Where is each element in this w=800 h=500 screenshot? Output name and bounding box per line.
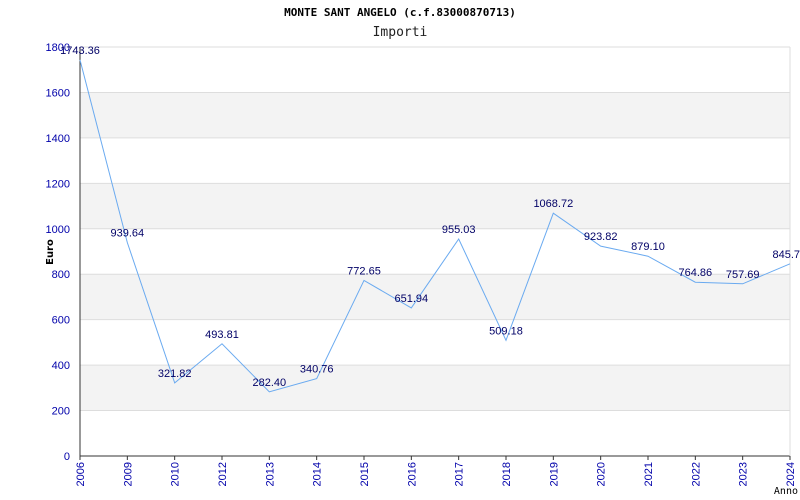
x-axis-label: Anno [774, 486, 798, 497]
grid-band [80, 92, 790, 138]
x-tick-label: 2006 [75, 462, 87, 486]
data-label: 757.69 [726, 269, 760, 281]
x-tick-label: 2018 [501, 462, 513, 486]
y-tick-label: 1400 [46, 133, 70, 145]
x-tick-label: 2013 [264, 462, 276, 486]
x-tick-label: 2010 [170, 462, 182, 486]
data-label: 340.76 [300, 364, 334, 376]
data-label: 493.81 [205, 329, 239, 341]
x-tick-labels: 2006 2009 2010 2012 2013 2014 2015 2016 2017 2018… [75, 456, 797, 486]
data-label: 509.18 [489, 325, 523, 337]
x-tick-label: 2022 [690, 462, 702, 486]
grid-band [80, 183, 790, 229]
y-tick-label: 400 [52, 360, 70, 372]
x-tick-label: 2019 [548, 462, 560, 486]
x-tick-label: 2020 [596, 462, 608, 486]
y-tick-label: 200 [52, 406, 70, 418]
y-tick-label: 1200 [46, 178, 70, 190]
data-label: 1743.36 [60, 45, 100, 57]
data-label: 764.86 [679, 267, 713, 279]
data-label: 1068.72 [533, 198, 573, 210]
data-label: 955.03 [442, 224, 476, 236]
x-tick-label: 2012 [217, 462, 229, 486]
data-label: 651.94 [395, 293, 429, 305]
grid-band [80, 274, 790, 320]
x-tick-label: 2016 [406, 462, 418, 486]
grid-bands [80, 92, 790, 411]
data-label: 321.82 [158, 368, 192, 380]
y-axis-label: Euro [45, 239, 56, 265]
data-label: 939.64 [111, 227, 145, 239]
data-label: 923.82 [584, 231, 618, 243]
y-tick-label: 1000 [46, 224, 70, 236]
y-tick-label: 1600 [46, 87, 70, 99]
data-label: 772.65 [347, 265, 381, 277]
y-tick-label: 600 [52, 315, 70, 327]
y-tick-label: 800 [52, 269, 70, 281]
data-label: 282.40 [253, 377, 287, 389]
x-tick-label: 2015 [359, 462, 371, 486]
data-label: 879.10 [631, 241, 665, 253]
x-tick-label: 2017 [454, 462, 466, 486]
data-label: 845.7 [772, 249, 800, 261]
line-chart: 020040060080010001200140016001800 2006 20… [45, 42, 800, 497]
y-tick-label: 0 [64, 451, 70, 463]
x-tick-label: 2021 [643, 462, 655, 486]
x-tick-label: 2024 [785, 462, 797, 486]
x-tick-label: 2014 [312, 462, 324, 486]
x-tick-label: 2009 [122, 462, 134, 486]
x-tick-label: 2023 [738, 462, 750, 486]
